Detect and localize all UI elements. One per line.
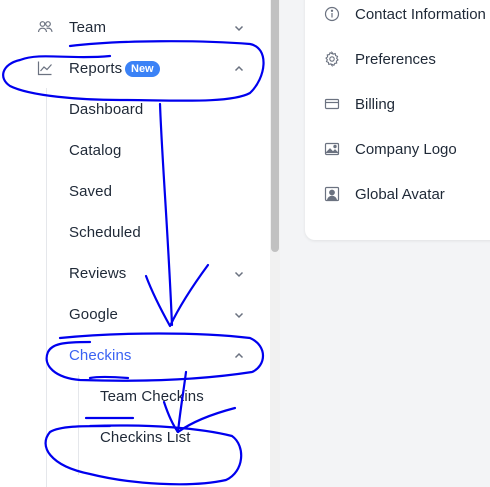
menu-item-contact-information[interactable]: Contact Information xyxy=(305,0,490,34)
user-portrait-icon xyxy=(324,186,340,202)
menu-item-preferences[interactable]: Preferences xyxy=(305,39,490,79)
new-badge: New xyxy=(125,61,160,77)
menu-item-label: Preferences xyxy=(355,51,436,68)
sidebar-scrollbar[interactable] xyxy=(270,0,280,487)
sidebar-item-catalog[interactable]: Catalog xyxy=(0,130,270,171)
sidebar-item-dashboard[interactable]: Dashboard xyxy=(0,89,270,130)
menu-item-company-logo[interactable]: Company Logo xyxy=(305,129,490,169)
gear-icon xyxy=(324,50,340,68)
sidebar: Team Reports New Dashboard Catalog Saved… xyxy=(0,0,270,487)
chevron-down-icon[interactable] xyxy=(232,21,246,35)
sidebar-item-scheduled[interactable]: Scheduled xyxy=(0,212,270,253)
info-icon xyxy=(324,6,340,22)
scrollbar-thumb[interactable] xyxy=(271,0,279,252)
sidebar-item-label: Reviews xyxy=(69,265,127,282)
credit-card-icon xyxy=(324,96,340,112)
chart-line-icon xyxy=(37,60,53,76)
sidebar-item-label: Team Checkins xyxy=(100,388,204,405)
chevron-down-icon[interactable] xyxy=(232,267,246,281)
sidebar-item-label: Checkins xyxy=(69,347,132,364)
menu-item-label: Company Logo xyxy=(355,141,457,158)
menu-item-label: Global Avatar xyxy=(355,186,445,203)
sidebar-item-team[interactable]: Team xyxy=(0,7,270,48)
sidebar-item-label: Google xyxy=(69,306,118,323)
sidebar-item-google[interactable]: Google xyxy=(0,294,270,335)
menu-item-label: Billing xyxy=(355,96,396,113)
sidebar-item-label: Saved xyxy=(69,183,113,200)
chevron-up-icon[interactable] xyxy=(232,62,246,76)
sidebar-item-label: Catalog xyxy=(69,142,122,159)
team-icon xyxy=(37,19,53,35)
menu-item-global-avatar[interactable]: Global Avatar xyxy=(305,174,490,214)
sidebar-item-label: Dashboard xyxy=(69,101,144,118)
sidebar-item-label: Scheduled xyxy=(69,224,141,241)
sidebar-item-label: Checkins List xyxy=(100,429,191,446)
menu-item-billing[interactable]: Billing xyxy=(305,84,490,124)
menu-item-label: Contact Information xyxy=(355,6,486,23)
sidebar-item-reports[interactable]: Reports New xyxy=(0,48,270,89)
sidebar-item-reviews[interactable]: Reviews xyxy=(0,253,270,294)
sidebar-item-label: Team xyxy=(69,19,107,36)
sidebar-item-checkins-list[interactable]: Checkins List xyxy=(0,417,270,458)
sidebar-item-label: Reports xyxy=(69,60,123,77)
image-icon xyxy=(324,141,340,157)
sidebar-item-checkins[interactable]: Checkins xyxy=(0,335,270,376)
chevron-up-icon[interactable] xyxy=(232,349,246,363)
chevron-down-icon[interactable] xyxy=(232,308,246,322)
sidebar-item-saved[interactable]: Saved xyxy=(0,171,270,212)
sidebar-item-team-checkins[interactable]: Team Checkins xyxy=(0,376,270,417)
